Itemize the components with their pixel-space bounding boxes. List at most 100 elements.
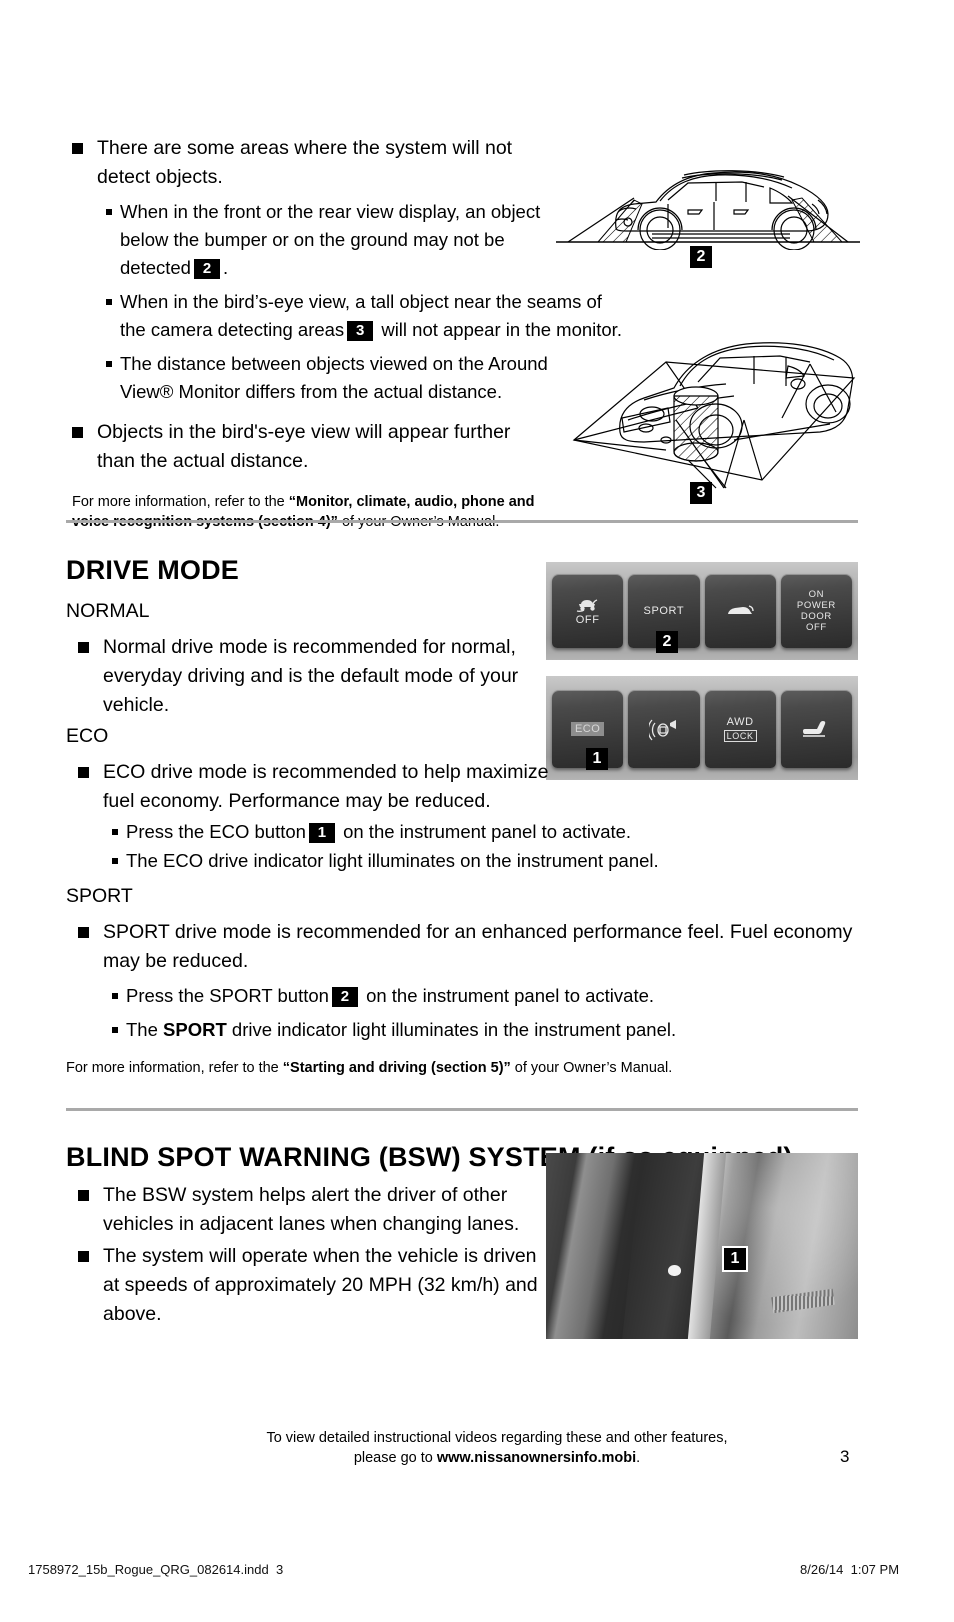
figure-callout-2-sport: 2 (656, 631, 678, 653)
figure-callout-2: 2 (690, 246, 712, 268)
sub-bullet-text-after: drive indicator light illuminates in the… (226, 1019, 677, 1040)
sub-bullet-text: Press the SPORT button 2 on the instrumen… (126, 982, 712, 1010)
sub-bullet-text-before: The (126, 1019, 164, 1040)
vehicle-side-view-line-drawing (556, 150, 860, 250)
bullet-text: SPORT drive mode is recommended for an e… (103, 921, 853, 972)
sub-bullet-text-before: Press the ECO button (126, 821, 306, 842)
vdc-off-label: OFF (575, 613, 600, 626)
square-bullet-icon (72, 427, 83, 438)
normal-mode-label: NORMAL (66, 600, 150, 622)
parking-sensor-icon (648, 717, 679, 741)
sub-bullet-item: The ECO drive indicator light illuminate… (112, 847, 732, 875)
section-divider (66, 520, 858, 523)
camera-notes-block: There are some areas where the system wi… (72, 134, 622, 532)
square-bullet-icon (78, 767, 89, 778)
bullet-item: ECO drive mode is recommended to help ma… (78, 758, 578, 816)
sub-bullet-item: The SPORT drive indicator light illumina… (112, 1016, 752, 1044)
sub-bullet-text-after: on the instrument panel to activate. (343, 821, 632, 842)
bullet-text: Normal drive mode is recommended for nor… (103, 636, 519, 716)
document-page: 2 3 There are some areas where the syste… (0, 0, 954, 1622)
bullet-item: There are some areas where the system wi… (72, 134, 552, 192)
drive-mode-reference-note: For more information, refer to the “Star… (66, 1058, 766, 1078)
small-bullet-icon (112, 858, 118, 864)
print-slug-date: 8/26/14 (800, 1562, 844, 1577)
page-number: 3 (840, 1447, 850, 1466)
sub-bullet-text: The SPORT drive indicator light illumina… (126, 1016, 752, 1044)
note-emphasis: “Starting and driving (section 5)” (282, 1060, 511, 1076)
bullet-text: There are some areas where the system wi… (97, 137, 513, 188)
sub-bullet-emphasis: SPORT (163, 1019, 227, 1040)
page-footer-note: To view detailed instructional videos re… (177, 1428, 817, 1468)
print-slug-time: 1:07 PM (850, 1562, 900, 1577)
vdc-off-button: OFF (552, 574, 624, 648)
seat-heater-button (780, 690, 852, 768)
square-bullet-icon (72, 143, 83, 154)
power-door-button: ON POWER DOOR OFF (780, 574, 852, 648)
bsw-title-main: BLIND SPOT WARNING (BSW) SYSTEM (66, 1142, 589, 1172)
sub-bullet-text: When in the bird’s-eye view, a tall obje… (120, 288, 626, 344)
bsw-indicator-photo (546, 1153, 858, 1339)
inline-callout-2: 2 (331, 987, 358, 1007)
note-suffix: of your Owner’s Manual. (510, 1060, 673, 1076)
speaker-grille (771, 1288, 835, 1314)
bullet-item: SPORT drive mode is recommended for an e… (78, 918, 868, 976)
print-slug-filename: 1758972_15b_Rogue_QRG_082614.indd (28, 1562, 269, 1577)
eco-button-label: ECO (570, 722, 605, 736)
sub-bullet-text: The ECO drive indicator light illuminate… (126, 850, 659, 871)
sub-bullet-item: The distance between objects viewed on t… (106, 350, 552, 406)
bullet-text: ECO drive mode is recommended to help ma… (103, 761, 549, 812)
power-liftgate-button (704, 574, 776, 648)
small-bullet-icon (112, 993, 118, 999)
drive-mode-title: DRIVE MODE (66, 555, 240, 585)
square-bullet-icon (78, 1190, 89, 1201)
awd-lock-label: LOCK (723, 730, 757, 742)
footer-line-1: To view detailed instructional videos re… (266, 1430, 728, 1446)
small-bullet-icon (112, 1027, 118, 1033)
seat-heater-icon (801, 720, 831, 738)
figure-callout-1-bsw: 1 (722, 1246, 748, 1272)
eco-mode-label: ECO (66, 725, 109, 747)
footer-line-2-prefix: please go to (353, 1450, 437, 1466)
small-bullet-icon (112, 829, 118, 835)
sub-bullet-text: The distance between objects viewed on t… (120, 353, 548, 402)
sub-bullet-text-after: on the instrument panel to activate. (366, 985, 655, 1006)
note-prefix: For more information, refer to the (72, 494, 289, 510)
sub-bullet-text-after: . (222, 257, 229, 278)
bullet-item: Normal drive mode is recommended for nor… (78, 633, 530, 720)
square-bullet-icon (78, 1251, 89, 1262)
camera-reference-note: For more information, refer to the “Moni… (72, 492, 554, 532)
note-prefix: For more information, refer to the (66, 1060, 283, 1076)
bullet-item: Objects in the bird's-eye view will appe… (72, 418, 552, 476)
square-bullet-icon (78, 927, 89, 938)
square-bullet-icon (78, 642, 89, 653)
footer-website-url[interactable]: www.nissanownersinfo.mobi (437, 1450, 636, 1466)
sport-button-label: SPORT (643, 605, 685, 617)
power-door-off-label: OFF (805, 622, 827, 633)
inline-callout-3: 3 (347, 321, 374, 341)
bullet-item: The system will operate when the vehicle… (78, 1242, 558, 1329)
parking-sensor-button (628, 690, 700, 768)
sport-mode-label: SPORT (66, 885, 133, 907)
sub-bullet-item: Press the SPORT button 2 on the instrumen… (112, 982, 712, 1010)
section-divider (66, 1108, 858, 1111)
inline-callout-1: 1 (308, 823, 335, 843)
sub-bullet-item: Press the ECO button 1 on the instrument … (112, 818, 672, 846)
switch-panel-top-photo: OFF SPORT ON POWER DOOR OFF (546, 562, 858, 660)
sub-bullet-item: When in the front or the rear view displ… (106, 198, 552, 282)
sub-bullet-text-before: Press the SPORT button (126, 985, 329, 1006)
figure-callout-3: 3 (690, 482, 712, 504)
awd-lock-button: AWD LOCK (704, 690, 776, 768)
inline-callout-2: 2 (193, 259, 220, 279)
footer-line-2-suffix: . (636, 1450, 641, 1466)
power-door-on-label: ON (808, 589, 825, 600)
figure-callout-1-eco: 1 (586, 748, 608, 770)
bullet-text: The system will operate when the vehicle… (103, 1245, 538, 1325)
power-door-label: POWER DOOR (796, 600, 836, 622)
footer-line-2: please go to www.nissanownersinfo.mobi. (177, 1448, 817, 1468)
small-bullet-icon (106, 361, 112, 367)
power-liftgate-icon (725, 603, 755, 619)
bullet-text: The BSW system helps alert the driver of… (103, 1184, 520, 1235)
vdc-off-icon (575, 597, 601, 614)
sub-bullet-text: Press the ECO button 1 on the instrument … (126, 818, 672, 846)
sub-bullet-text-before: When in the front or the rear view displ… (120, 201, 541, 278)
